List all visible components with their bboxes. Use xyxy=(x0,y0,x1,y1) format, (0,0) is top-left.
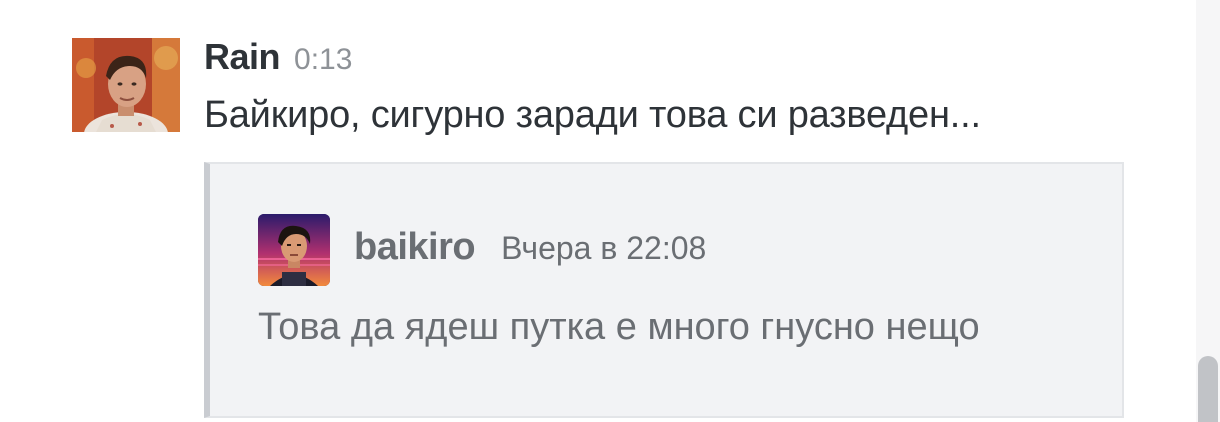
message-header: Rain 0:13 xyxy=(204,36,353,78)
message-timestamp: 0:13 xyxy=(294,43,353,76)
quoted-message[interactable]: baikiro Вчера в 22:08 Това да ядеш путка… xyxy=(204,162,1124,418)
author-name[interactable]: Rain xyxy=(204,36,281,78)
quoted-author-avatar[interactable] xyxy=(258,214,330,286)
quoted-message-header: baikiro Вчера в 22:08 xyxy=(354,226,706,269)
author-avatar[interactable] xyxy=(72,38,180,132)
user-photo-avatar-icon xyxy=(72,38,180,132)
pixel-art-avatar-icon xyxy=(258,214,330,286)
scrollbar-thumb[interactable] xyxy=(1198,356,1218,422)
quoted-message-timestamp: Вчера в 22:08 xyxy=(501,230,707,266)
message-text: Байкиро, сигурно заради това си разведен… xyxy=(204,94,981,136)
quoted-message-text: Това да ядеш путка е много гнусно нещо xyxy=(258,306,980,348)
scrollbar-track[interactable] xyxy=(1196,0,1220,422)
quoted-author-name[interactable]: baikiro xyxy=(354,226,476,269)
chat-message: Rain 0:13 Байкиро, сигурно заради това с… xyxy=(72,36,1142,422)
chat-view: Rain 0:13 Байкиро, сигурно заради това с… xyxy=(0,0,1220,422)
